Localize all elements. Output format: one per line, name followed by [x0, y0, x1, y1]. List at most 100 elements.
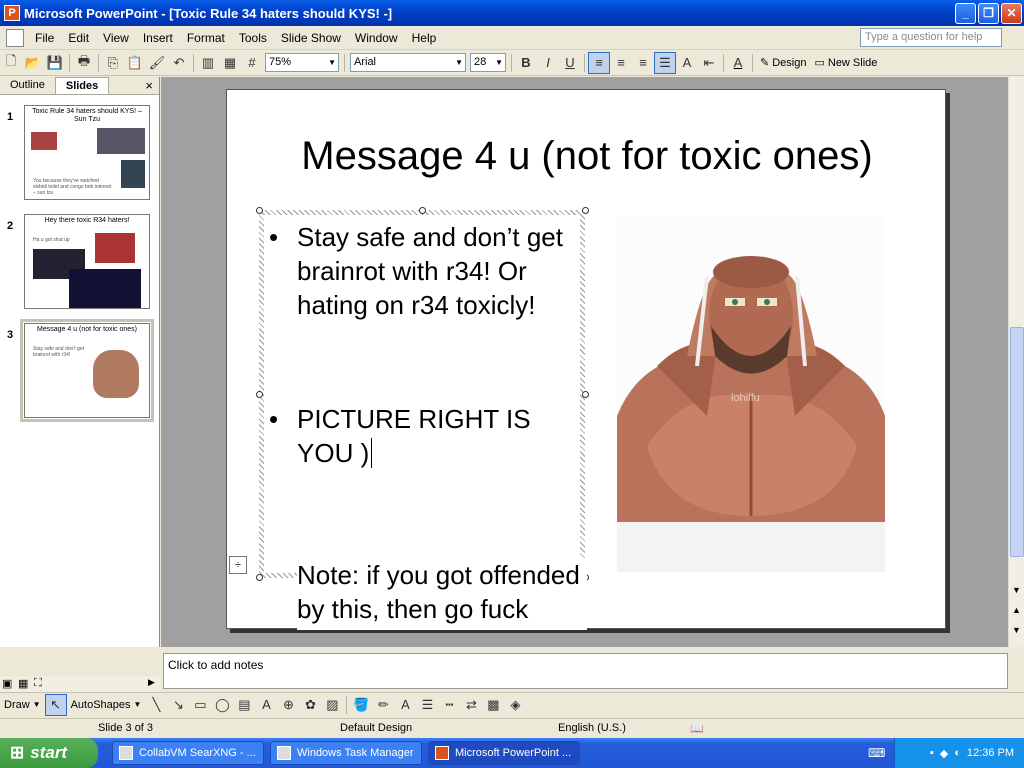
minimize-button[interactable]: _ [955, 3, 976, 24]
undo-icon[interactable]: ↶ [168, 52, 190, 74]
font-size-select[interactable]: 28 ▼ [470, 53, 506, 72]
arrow-style-icon[interactable]: ⇄ [460, 694, 482, 716]
slide-thumbnail-1[interactable]: Toxic Rule 34 haters should KYS! – Sun T… [24, 105, 150, 200]
design-button[interactable]: ✎ Design [756, 56, 810, 70]
resize-handle[interactable] [256, 574, 263, 581]
shadow-icon[interactable]: ▩ [482, 694, 504, 716]
slideshow-icon[interactable]: ⛶ [34, 677, 42, 690]
line-icon[interactable]: ╲ [145, 694, 167, 716]
chart-icon[interactable]: ▥ [197, 52, 219, 74]
wordart-icon[interactable]: A [255, 694, 277, 716]
menu-edit[interactable]: Edit [61, 31, 96, 45]
next-slide-icon[interactable]: ▼ [1012, 625, 1021, 635]
open-icon[interactable]: 📂 [22, 52, 44, 74]
copy-icon[interactable]: ⎘ [102, 52, 124, 74]
slide[interactable]: Message 4 u (not for toxic ones) ÷ • Sta… [226, 89, 947, 630]
task-task-manager[interactable]: Windows Task Manager [270, 741, 422, 765]
bullets-icon[interactable]: ☰ [654, 51, 676, 74]
italic-button[interactable]: I [537, 52, 559, 74]
scroll-thumb[interactable] [1010, 327, 1024, 557]
normal-view-icon[interactable]: ▣ [2, 677, 12, 690]
menu-tools[interactable]: Tools [232, 31, 274, 45]
menu-view[interactable]: View [96, 31, 136, 45]
task-label: CollabVM SearXNG - ... [139, 747, 256, 759]
dash-style-icon[interactable]: ┅ [438, 694, 460, 716]
diagram-icon[interactable]: ⊕ [277, 694, 299, 716]
arrow-icon[interactable]: ↘ [167, 694, 189, 716]
draw-menu[interactable]: Draw ▼ [0, 699, 45, 711]
slide-title[interactable]: Message 4 u (not for toxic ones) [227, 134, 947, 179]
underline-button[interactable]: U [559, 52, 581, 74]
network-icon[interactable]: ▪ [930, 747, 934, 759]
task-collabvm[interactable]: CollabVM SearXNG - ... [112, 741, 264, 765]
resize-handle[interactable] [256, 207, 263, 214]
tab-slides[interactable]: Slides [54, 77, 110, 94]
scroll-down-icon[interactable]: ▼ [1012, 585, 1021, 595]
increase-font-icon[interactable]: A [676, 52, 698, 74]
clipart-icon[interactable]: ✿ [299, 694, 321, 716]
vertical-scrollbar[interactable]: ▼ ▲ ▼ [1008, 77, 1024, 647]
resize-handle[interactable] [419, 207, 426, 214]
new-icon[interactable]: 🗋 [0, 52, 22, 74]
slide-sorter-icon[interactable]: ▦ [18, 677, 28, 690]
resize-handle[interactable] [582, 391, 589, 398]
task-powerpoint[interactable]: Microsoft PowerPoint ... [428, 741, 580, 765]
document-icon[interactable] [6, 28, 24, 47]
scroll-right-icon[interactable]: ▶ [148, 677, 155, 688]
close-button[interactable]: ✕ [1001, 3, 1022, 24]
resize-handle[interactable] [582, 207, 589, 214]
resize-handle[interactable] [256, 391, 263, 398]
autofit-options-icon[interactable]: ÷ [229, 556, 247, 574]
oval-icon[interactable]: ◯ [211, 694, 233, 716]
autoshapes-menu[interactable]: AutoShapes ▼ [67, 699, 146, 711]
select-pointer-icon[interactable]: ↖ [44, 693, 67, 716]
paste-icon[interactable]: 📋 [124, 52, 146, 74]
grid-icon[interactable]: # [241, 52, 263, 74]
align-center-icon[interactable]: ≡ [610, 52, 632, 74]
start-button[interactable]: ⊞ start [0, 738, 98, 768]
textbox-icon[interactable]: ▤ [233, 694, 255, 716]
bold-button[interactable]: B [515, 52, 537, 74]
format-painter-icon[interactable]: 🖌 [146, 52, 168, 74]
new-slide-button[interactable]: ▭ New Slide [810, 56, 881, 70]
menu-insert[interactable]: Insert [136, 31, 180, 45]
font-color-icon[interactable]: A [394, 694, 416, 716]
zoom-select[interactable]: 75% ▼ [265, 53, 339, 72]
decrease-indent-icon[interactable]: ⇤ [698, 52, 720, 74]
3d-icon[interactable]: ◈ [504, 694, 526, 716]
keyboard-icon[interactable]: ⌨ [868, 746, 885, 760]
menu-format[interactable]: Format [180, 31, 232, 45]
menu-file[interactable]: File [28, 31, 61, 45]
notes-pane[interactable]: Click to add notes [163, 653, 1008, 689]
fill-color-icon[interactable]: 🪣 [350, 694, 372, 716]
powerpoint-app-icon[interactable]: P [4, 5, 20, 21]
tab-outline[interactable]: Outline [0, 77, 55, 94]
align-right-icon[interactable]: ≡ [632, 52, 654, 74]
save-icon[interactable]: 💾 [44, 52, 66, 74]
print-icon[interactable]: 🖶 [73, 52, 95, 74]
align-left-icon[interactable]: ≡ [588, 51, 610, 74]
start-label: start [30, 743, 68, 762]
menu-help[interactable]: Help [405, 31, 444, 45]
clock[interactable]: 12:36 PM [967, 747, 1014, 759]
muscular-man-image[interactable]: lohilfu [617, 216, 885, 572]
line-color-icon[interactable]: ✏ [372, 694, 394, 716]
line-style-icon[interactable]: ☰ [416, 694, 438, 716]
spelling-icon[interactable]: 📖 [690, 722, 704, 735]
font-select[interactable]: Arial ▼ [350, 53, 466, 72]
menu-window[interactable]: Window [348, 31, 405, 45]
thumb-number: 1 [7, 111, 14, 123]
table-icon[interactable]: ▦ [219, 52, 241, 74]
security-icon[interactable]: ◆ [940, 747, 948, 760]
previous-slide-icon[interactable]: ▲ [1012, 605, 1021, 615]
slide-thumbnail-2[interactable]: Hey there toxic R34 haters! Ha u got shu… [24, 214, 150, 309]
volume-icon[interactable]: ◐ [954, 747, 961, 759]
close-icon[interactable]: × [139, 77, 159, 94]
picture-icon[interactable]: ▨ [321, 694, 343, 716]
slide-thumbnail-3[interactable]: Message 4 u (not for toxic ones) Stay sa… [20, 319, 154, 422]
menu-slide-show[interactable]: Slide Show [274, 31, 348, 45]
rectangle-icon[interactable]: ▭ [189, 694, 211, 716]
help-question-input[interactable]: Type a question for help [860, 28, 1002, 47]
restore-button[interactable]: ❐ [978, 3, 999, 24]
font-color-icon[interactable]: A [727, 52, 749, 74]
